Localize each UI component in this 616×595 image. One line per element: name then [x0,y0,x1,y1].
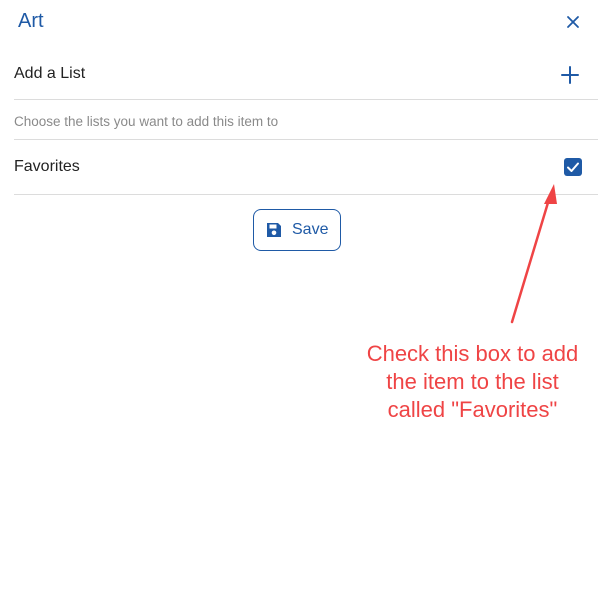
close-icon [567,16,579,28]
save-label: Save [292,221,329,238]
dialog-header: Art [0,0,598,44]
list-item-label: Favorites [14,158,80,175]
hint-text: Choose the lists you want to add this it… [14,114,279,129]
annotation-text: Check this box to add the item to the li… [350,340,595,424]
list-item[interactable]: Favorites [14,140,598,195]
close-button[interactable] [563,12,583,32]
annotation-line: called "Favorites" [387,397,558,422]
checkmark-icon [567,162,579,172]
favorites-checkbox[interactable] [564,158,582,176]
annotation-line: the item to the list [386,369,559,394]
add-list-button[interactable] [559,64,581,86]
save-button[interactable]: Save [253,209,341,251]
add-list-row[interactable]: Add a List [14,50,598,100]
floppy-disk-icon [267,223,281,237]
hint-row: Choose the lists you want to add this it… [14,100,598,140]
annotation-line: Check this box to add [366,341,579,366]
dialog-title: Art [18,10,44,32]
add-list-label: Add a List [14,65,86,82]
plus-icon [561,66,579,84]
